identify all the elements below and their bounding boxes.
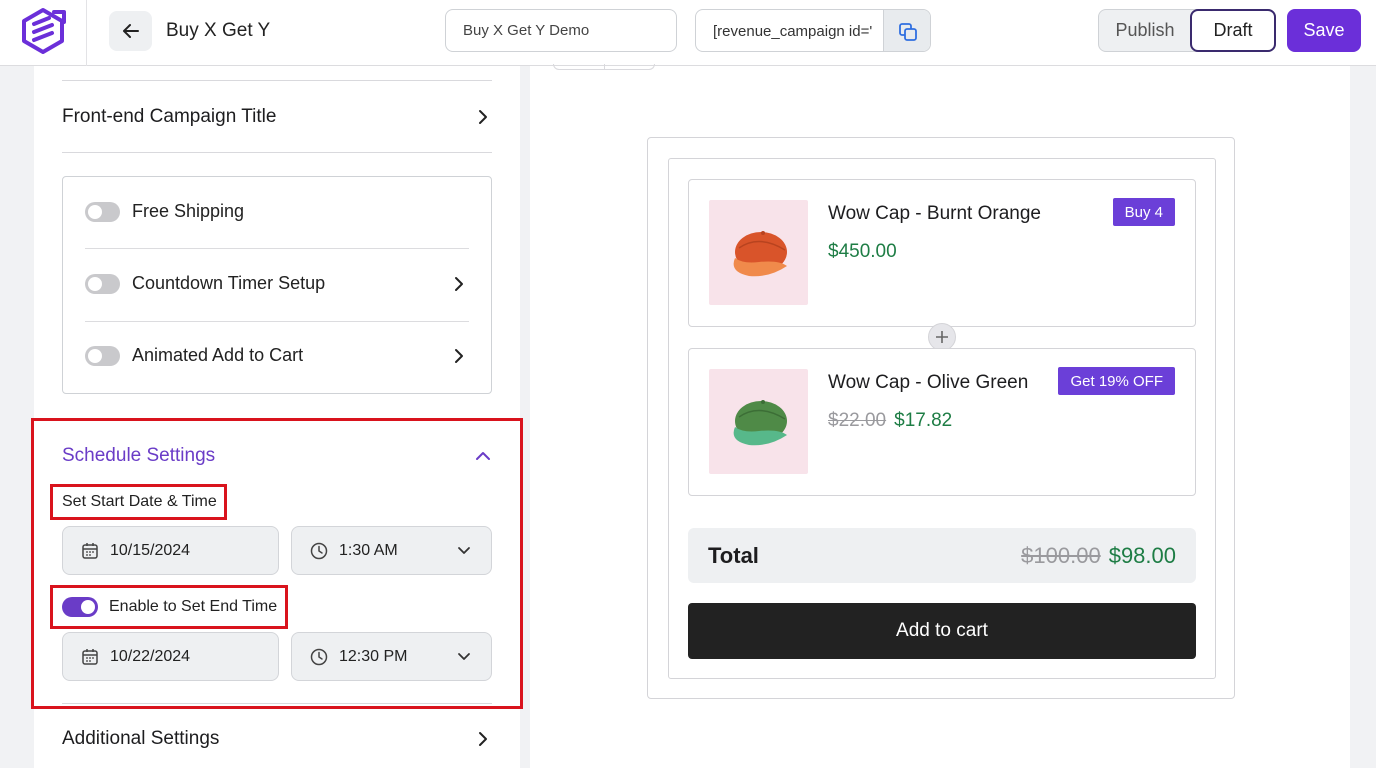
page-title: Buy X Get Y: [166, 20, 271, 41]
product-price: $17.82: [894, 410, 953, 431]
total-row: Total $100.00 $98.00: [688, 528, 1196, 583]
cap-orange-icon: [733, 231, 787, 277]
add-to-cart-button[interactable]: Add to cart: [688, 603, 1196, 659]
product-image[interactable]: [709, 200, 808, 305]
product-name[interactable]: Wow Cap - Olive Green: [828, 372, 1028, 394]
total-prices: $100.00 $98.00: [1021, 543, 1176, 569]
header-divider: [86, 0, 87, 66]
chevron-right-icon[interactable]: [451, 276, 467, 292]
top-bar: Buy X Get Y [revenue_campaign id=' Publi…: [0, 0, 1376, 66]
additional-settings-row[interactable]: Additional Settings: [62, 728, 219, 750]
product-name[interactable]: Wow Cap - Burnt Orange: [828, 203, 1041, 225]
status-segmented-control: Publish Draft: [1098, 9, 1276, 52]
feature-label: Countdown Timer Setup: [132, 273, 326, 293]
divider: [85, 321, 469, 322]
product-price: $450.00: [828, 241, 897, 262]
feature-countdown-timer[interactable]: Countdown Timer Setup: [85, 269, 469, 299]
plus-icon: [928, 323, 956, 351]
offer-card: Wow Cap - Burnt Orange $450.00 Buy 4 Wow…: [668, 158, 1216, 679]
arrow-left-icon: [122, 24, 139, 38]
campaign-preview: Wow Cap - Burnt Orange $450.00 Buy 4 Wow…: [530, 64, 1350, 768]
brand-logo-icon[interactable]: [18, 6, 68, 56]
animated-add-to-cart-toggle[interactable]: [85, 346, 120, 366]
cap-green-icon: [733, 400, 787, 446]
product-old-price: $22.00: [828, 410, 887, 431]
back-button[interactable]: [109, 11, 152, 51]
feature-label: Animated Add to Cart: [132, 345, 304, 365]
save-button[interactable]: Save: [1287, 9, 1361, 52]
product-image[interactable]: [709, 369, 808, 474]
preview-device-tabs[interactable]: [553, 64, 655, 70]
feature-free-shipping: Free Shipping: [85, 197, 469, 227]
divider: [62, 80, 492, 81]
total-label: Total: [708, 543, 759, 568]
chevron-right-icon[interactable]: [451, 348, 467, 364]
divider: [85, 248, 469, 249]
shortcode-text[interactable]: [revenue_campaign id=': [713, 23, 881, 40]
offer-badge: Buy 4: [1112, 198, 1175, 226]
schedule-highlight-box: [31, 418, 523, 709]
end-toggle-highlight-box: [50, 585, 288, 629]
feature-label: Free Shipping: [132, 201, 245, 221]
product-card: Wow Cap - Burnt Orange $450.00 Buy 4: [688, 179, 1196, 327]
campaign-name-input[interactable]: [445, 9, 677, 52]
chevron-right-icon[interactable]: [475, 109, 491, 125]
feature-animated-add-to-cart[interactable]: Animated Add to Cart: [85, 341, 469, 371]
countdown-timer-toggle[interactable]: [85, 274, 120, 294]
divider: [62, 152, 492, 153]
product-card: Wow Cap - Olive Green $22.00 $17.82 Get 1…: [688, 348, 1196, 496]
frontend-title-row[interactable]: Front-end Campaign Title: [62, 106, 276, 128]
copy-icon: [899, 22, 917, 41]
total-old-price: $100.00: [1021, 543, 1101, 568]
total-new-price: $98.00: [1108, 543, 1176, 568]
product-price-row: $22.00 $17.82: [828, 410, 952, 432]
preview-outer-card: Wow Cap - Burnt Orange $450.00 Buy 4 Wow…: [647, 137, 1235, 699]
chevron-right-icon[interactable]: [475, 731, 491, 747]
shortcode-field[interactable]: [revenue_campaign id=': [695, 9, 931, 52]
draft-button[interactable]: Draft: [1190, 9, 1276, 52]
publish-button[interactable]: Publish: [1099, 10, 1191, 51]
copy-shortcode-button[interactable]: [883, 10, 930, 51]
features-box: Free Shipping Countdown Timer Setup Anim…: [62, 176, 492, 394]
free-shipping-toggle[interactable]: [85, 202, 120, 222]
start-label-highlight-box: [50, 484, 227, 520]
offer-badge: Get 19% OFF: [1058, 367, 1175, 395]
